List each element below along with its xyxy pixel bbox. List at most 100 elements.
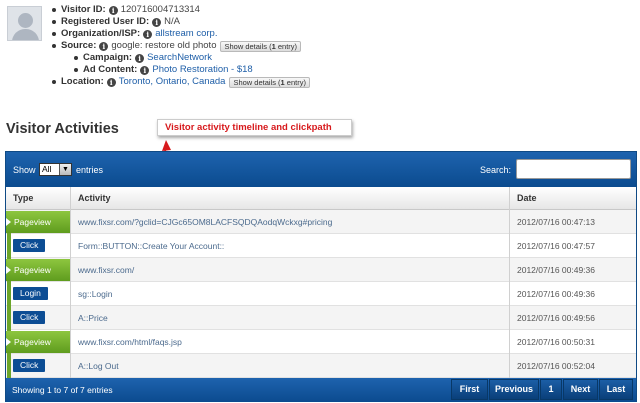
activity-date: 2012/07/16 00:49:36 <box>517 289 595 299</box>
activity-text: A::Price <box>78 313 108 323</box>
column-divider <box>70 187 71 378</box>
table-toolbar: Show All ▼ entries Search: <box>6 152 636 187</box>
registered-user-label: Registered User ID: <box>61 16 150 27</box>
avatar-head <box>18 13 33 28</box>
bullet <box>52 32 56 36</box>
next-page-button[interactable]: Next <box>563 379 598 400</box>
activity-date: 2012/07/16 00:47:57 <box>517 241 595 251</box>
info-icon[interactable]: i <box>135 53 145 63</box>
organization-line: Organization/ISP: i allstream corp. <box>52 28 218 40</box>
table-row[interactable]: Pageview www.fixsr.com/ 2012/07/16 00:49… <box>6 258 636 282</box>
table-row[interactable]: Pageview www.fixsr.com/?gclid=CJGc65OM8L… <box>6 210 636 234</box>
table-row[interactable]: Click A::Price 2012/07/16 00:49:56 <box>6 306 636 330</box>
table-header: Type Activity Date <box>6 187 636 210</box>
entries-length-value: All <box>42 164 52 174</box>
entries-length-select[interactable]: All ▼ <box>39 163 72 176</box>
bullet <box>52 20 56 24</box>
avatar-body <box>12 29 39 40</box>
source-line: Source: i google: restore old photo Show… <box>52 40 302 52</box>
pageview-badge: Pageview <box>6 259 70 281</box>
entries-label: entries <box>76 165 104 175</box>
annotation-callout: Visitor activity timeline and clickpath <box>157 119 352 136</box>
timeline-connector <box>7 233 11 259</box>
bullet <box>52 44 56 48</box>
visitor-id-line: Visitor ID: i 120716004713314 <box>52 4 200 16</box>
registered-user-line: Registered User ID: i N/A <box>52 16 180 28</box>
show-details-button[interactable]: Show details (1 entry) <box>220 40 302 52</box>
bullet <box>52 8 56 12</box>
show-label: Show <box>13 165 36 175</box>
activity-date: 2012/07/16 00:49:56 <box>517 313 595 323</box>
activity-text: A::Log Out <box>78 361 119 371</box>
activity-date: 2012/07/16 00:47:13 <box>517 217 595 227</box>
visitor-detail-page: Visitor ID: i 120716004713314 Registered… <box>0 0 640 403</box>
column-header-date[interactable]: Date <box>517 193 537 203</box>
activities-table-panel: Show All ▼ entries Search: Type Activity… <box>5 151 637 402</box>
location-line: Location: i Toronto, Ontario, Canada Sho… <box>52 76 310 88</box>
visitor-id-label: Visitor ID: <box>61 4 106 15</box>
visitor-id-value: 120716004713314 <box>120 4 200 15</box>
details-suffix: entry) <box>275 41 298 51</box>
last-page-button[interactable]: Last <box>599 379 633 400</box>
search-input[interactable] <box>516 159 631 179</box>
bullet <box>74 68 78 72</box>
activity-link[interactable]: www.fixsr.com/ <box>78 265 134 275</box>
ad-content-link[interactable]: Photo Restoration - $18 <box>152 64 252 76</box>
page-1-button[interactable]: 1 <box>540 379 562 400</box>
info-icon[interactable]: i <box>152 17 162 27</box>
campaign-label: Campaign: <box>83 52 133 63</box>
column-divider <box>509 187 510 378</box>
click-badge: Click <box>13 311 46 324</box>
activity-text: Form::BUTTON::Create Your Account:: <box>78 241 225 251</box>
pageview-badge: Pageview <box>6 211 70 233</box>
previous-page-button[interactable]: Previous <box>489 379 539 400</box>
campaign-line: Campaign: i SearchNetwork <box>74 52 212 64</box>
search-label: Search: <box>480 165 512 175</box>
info-icon[interactable]: i <box>140 65 150 75</box>
info-icon[interactable]: i <box>108 5 118 15</box>
location-label: Location: <box>61 76 104 87</box>
registered-user-value: N/A <box>164 16 181 27</box>
activity-text: sg::Login <box>78 289 113 299</box>
click-badge: Click <box>13 359 46 372</box>
table-row[interactable]: Click Form::BUTTON::Create Your Account:… <box>6 234 636 258</box>
login-badge: Login <box>13 287 48 300</box>
section-title: Visitor Activities <box>6 121 119 137</box>
organization-label: Organization/ISP: <box>61 28 141 39</box>
organization-link[interactable]: allstream corp. <box>155 28 217 40</box>
table-footer: Showing 1 to 7 of 7 entries First Previo… <box>6 378 636 402</box>
info-icon[interactable]: i <box>106 77 116 87</box>
chevron-down-icon[interactable]: ▼ <box>59 164 71 175</box>
show-details-button[interactable]: Show details (1 entry) <box>229 76 310 88</box>
column-header-activity[interactable]: Activity <box>78 193 111 203</box>
table-row[interactable]: Login sg::Login 2012/07/16 00:49:36 <box>6 282 636 306</box>
source-label: Source: <box>61 40 97 51</box>
activity-link[interactable]: www.fixsr.com/?gclid=CJGc65OM8LACFSQDQAo… <box>78 217 332 227</box>
activity-link[interactable]: www.fixsr.com/html/faqs.jsp <box>78 337 182 347</box>
timeline-connector <box>7 281 11 331</box>
campaign-link[interactable]: SearchNetwork <box>147 52 212 64</box>
location-link[interactable]: Toronto, Ontario, Canada <box>119 76 226 88</box>
ad-content-line: Ad Content: i Photo Restoration - $18 <box>74 64 253 76</box>
table-info: Showing 1 to 7 of 7 entries <box>12 385 113 395</box>
activity-date: 2012/07/16 00:52:04 <box>517 361 595 371</box>
avatar <box>7 6 42 41</box>
bullet <box>74 56 78 60</box>
activity-date: 2012/07/16 00:50:31 <box>517 337 595 347</box>
info-icon[interactable]: i <box>99 41 109 51</box>
first-page-button[interactable]: First <box>451 379 488 400</box>
source-value: google: restore old photo <box>111 40 217 51</box>
info-icon[interactable]: i <box>143 29 153 39</box>
table-row[interactable]: Pageview www.fixsr.com/html/faqs.jsp 201… <box>6 330 636 354</box>
ad-content-label: Ad Content: <box>83 64 138 75</box>
column-header-type[interactable]: Type <box>13 193 33 203</box>
details-suffix: entry) <box>284 77 306 87</box>
click-badge: Click <box>13 239 46 252</box>
bullet <box>52 80 56 84</box>
activity-date: 2012/07/16 00:49:36 <box>517 265 595 275</box>
pageview-badge: Pageview <box>6 331 70 353</box>
timeline-connector <box>7 353 11 378</box>
table-row[interactable]: Click A::Log Out 2012/07/16 00:52:04 <box>6 354 636 378</box>
details-prefix: Show details ( <box>224 41 272 51</box>
details-prefix: Show details ( <box>233 77 281 87</box>
